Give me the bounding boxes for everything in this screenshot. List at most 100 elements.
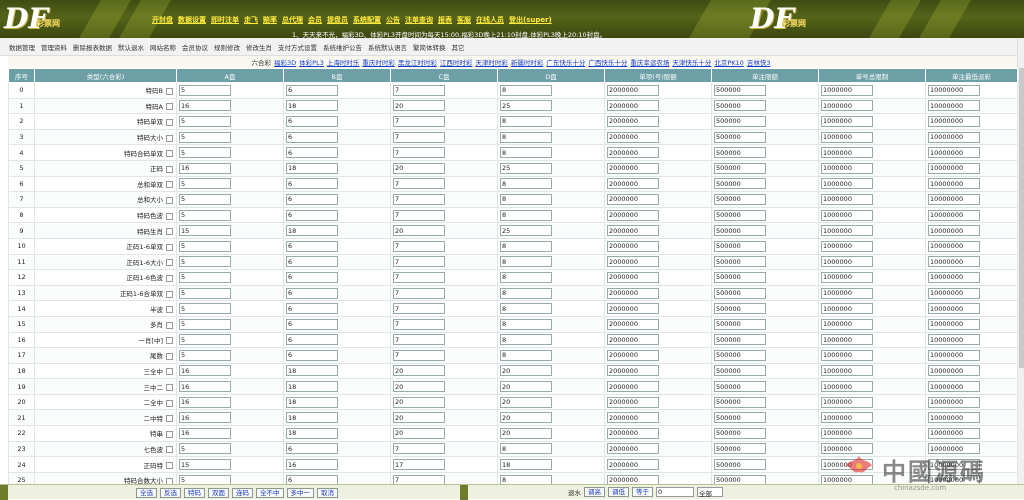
- nav-link[interactable]: 报表: [438, 15, 452, 25]
- value-input[interactable]: [928, 115, 980, 127]
- value-input[interactable]: [393, 209, 445, 221]
- value-input[interactable]: [179, 349, 231, 361]
- toolbar-button[interactable]: 连码: [232, 488, 253, 498]
- value-input[interactable]: [607, 459, 659, 471]
- equal-button[interactable]: 等于: [632, 487, 653, 497]
- value-input[interactable]: [393, 318, 445, 330]
- value-input[interactable]: [714, 349, 766, 361]
- value-input[interactable]: [393, 381, 445, 393]
- subnav-link[interactable]: 其它: [452, 42, 465, 52]
- toolbar-button[interactable]: 多中一: [286, 488, 314, 498]
- value-input[interactable]: [393, 162, 445, 174]
- value-input[interactable]: [928, 100, 980, 112]
- row-checkbox[interactable]: [166, 181, 173, 189]
- value-input[interactable]: [500, 318, 552, 330]
- value-input[interactable]: [607, 365, 659, 377]
- value-input[interactable]: [714, 193, 766, 205]
- lottery-link[interactable]: 江西时时彩: [440, 57, 473, 67]
- value-input[interactable]: [928, 178, 980, 190]
- value-input[interactable]: [286, 240, 338, 252]
- row-checkbox[interactable]: [166, 165, 173, 173]
- value-input[interactable]: [500, 443, 552, 455]
- value-input[interactable]: [393, 365, 445, 377]
- value-input[interactable]: [928, 318, 980, 330]
- subnav-link[interactable]: 默认退水: [118, 42, 144, 52]
- row-checkbox[interactable]: [166, 103, 173, 111]
- value-input[interactable]: [607, 334, 659, 346]
- value-input[interactable]: [500, 412, 552, 424]
- value-input[interactable]: [714, 256, 766, 268]
- value-input[interactable]: [393, 131, 445, 143]
- value-input[interactable]: [821, 193, 873, 205]
- nav-link[interactable]: 赔率: [263, 15, 277, 25]
- row-checkbox[interactable]: [166, 462, 173, 470]
- value-input[interactable]: [821, 131, 873, 143]
- value-input[interactable]: [393, 427, 445, 439]
- value-input[interactable]: [821, 459, 873, 471]
- value-input[interactable]: [821, 178, 873, 190]
- row-checkbox[interactable]: [166, 259, 173, 267]
- scope-select[interactable]: 全部: [697, 487, 723, 498]
- row-checkbox[interactable]: [166, 430, 173, 438]
- value-input[interactable]: [607, 271, 659, 283]
- value-input[interactable]: [179, 147, 231, 159]
- value-input[interactable]: [928, 427, 980, 439]
- value-input[interactable]: [714, 427, 766, 439]
- value-input[interactable]: [286, 131, 338, 143]
- value-input[interactable]: [821, 443, 873, 455]
- value-input[interactable]: [607, 100, 659, 112]
- value-input[interactable]: [821, 334, 873, 346]
- value-input[interactable]: [714, 84, 766, 96]
- value-input[interactable]: [286, 334, 338, 346]
- value-input[interactable]: [500, 100, 552, 112]
- nav-link[interactable]: 会员: [308, 15, 322, 25]
- adjust-value-input[interactable]: 0: [656, 487, 694, 497]
- row-checkbox[interactable]: [166, 274, 173, 282]
- row-checkbox[interactable]: [166, 87, 173, 95]
- value-input[interactable]: [179, 443, 231, 455]
- nav-link[interactable]: 公告: [386, 15, 400, 25]
- toolbar-button[interactable]: 全选: [136, 488, 157, 498]
- row-checkbox[interactable]: [166, 134, 173, 142]
- value-input[interactable]: [607, 178, 659, 190]
- toolbar-button[interactable]: 特码: [184, 488, 205, 498]
- subnav-link[interactable]: 网站名称: [150, 42, 176, 52]
- value-input[interactable]: [500, 225, 552, 237]
- value-input[interactable]: [393, 349, 445, 361]
- row-checkbox[interactable]: [166, 399, 173, 407]
- value-input[interactable]: [714, 147, 766, 159]
- value-input[interactable]: [500, 271, 552, 283]
- value-input[interactable]: [928, 459, 980, 471]
- value-input[interactable]: [500, 162, 552, 174]
- value-input[interactable]: [286, 443, 338, 455]
- value-input[interactable]: [179, 303, 231, 315]
- lottery-link[interactable]: 吉林快3: [747, 57, 771, 67]
- value-input[interactable]: [607, 412, 659, 424]
- value-input[interactable]: [714, 287, 766, 299]
- subnav-link[interactable]: 规则修改: [214, 42, 240, 52]
- value-input[interactable]: [500, 334, 552, 346]
- value-input[interactable]: [607, 427, 659, 439]
- vertical-scrollbar[interactable]: [1017, 38, 1024, 484]
- value-input[interactable]: [928, 225, 980, 237]
- value-input[interactable]: [821, 84, 873, 96]
- value-input[interactable]: [393, 193, 445, 205]
- value-input[interactable]: [286, 84, 338, 96]
- value-input[interactable]: [821, 162, 873, 174]
- value-input[interactable]: [607, 115, 659, 127]
- value-input[interactable]: [607, 162, 659, 174]
- value-input[interactable]: [607, 318, 659, 330]
- value-input[interactable]: [500, 365, 552, 377]
- row-checkbox[interactable]: [166, 243, 173, 251]
- subnav-link[interactable]: 数据管理: [9, 42, 35, 52]
- value-input[interactable]: [821, 225, 873, 237]
- nav-link[interactable]: 在线人员: [476, 15, 504, 25]
- lottery-link[interactable]: 福彩3D: [274, 57, 296, 67]
- value-input[interactable]: [607, 84, 659, 96]
- value-input[interactable]: [286, 162, 338, 174]
- nav-link[interactable]: 走飞: [244, 15, 258, 25]
- value-input[interactable]: [500, 349, 552, 361]
- value-input[interactable]: [393, 84, 445, 96]
- value-input[interactable]: [179, 381, 231, 393]
- value-input[interactable]: [714, 225, 766, 237]
